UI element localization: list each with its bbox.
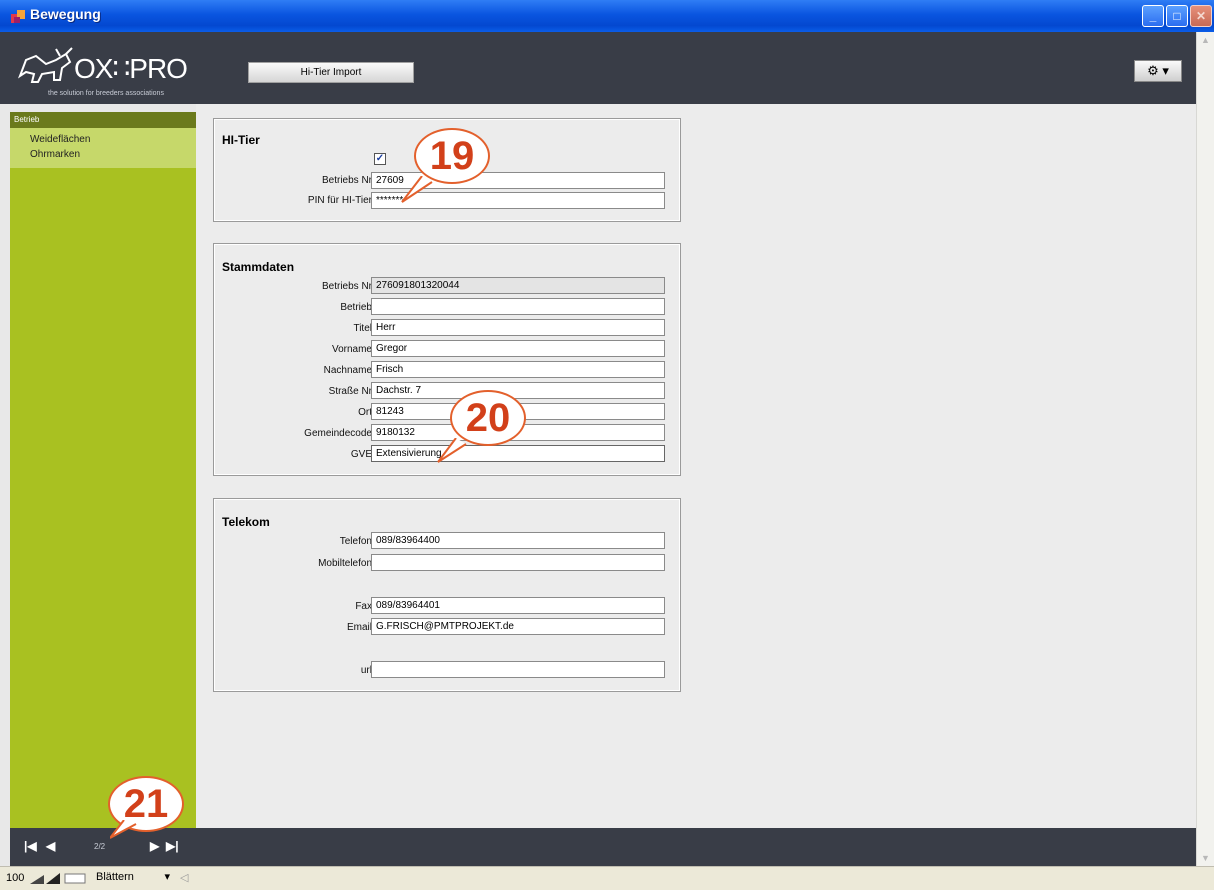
field-label: PIN für HI-Tier <box>307 195 372 206</box>
chevron-down-icon: ▾ <box>164 871 170 883</box>
app-header: OX∷PRO the solution for breeders associa… <box>0 32 1196 104</box>
betrieb-input[interactable] <box>371 298 665 315</box>
sidebar-header[interactable]: Betrieb <box>10 112 196 128</box>
callout-tail-19 <box>401 176 433 203</box>
nachname-input[interactable]: Frisch <box>371 361 665 378</box>
scroll-up-icon[interactable]: ▲ <box>1197 32 1214 48</box>
vorname-input[interactable]: Gregor <box>371 340 665 357</box>
next-record-icon[interactable]: ▶ <box>150 839 159 853</box>
field-label: Mobiltelefon <box>318 558 372 569</box>
minimize-button[interactable]: _ <box>1142 5 1164 27</box>
page-indicator: 2/2 <box>94 842 106 851</box>
field-label: Gemeindecode <box>304 428 372 439</box>
field-label: Titel <box>353 323 372 334</box>
close-button[interactable]: ✕ <box>1190 5 1212 27</box>
zoom-level[interactable]: 100 <box>6 872 24 884</box>
callout-tail-20 <box>437 438 467 463</box>
telekom-panel-title: Telekom <box>222 515 270 529</box>
window-title-bar[interactable]: Bewegung _ □ ✕ <box>0 0 1214 32</box>
sidebar-item-weideflaechen[interactable]: Weideflächen <box>30 134 90 145</box>
status-toggle-icon[interactable] <box>64 873 86 884</box>
record-navigation-bar: |◀ ◀ 2/2 ▶ ▶| <box>10 828 1196 866</box>
scroll-down-icon[interactable]: ▼ <box>1197 850 1214 866</box>
field-label: Ort <box>358 407 372 418</box>
field-label: Fax <box>355 601 372 612</box>
logo-subtitle: the solution for breeders associations <box>48 90 164 97</box>
fax-input[interactable]: 089/83964401 <box>371 597 665 614</box>
field-label: Nachname <box>323 365 372 376</box>
status-bar: 100 Blättern ▾ ◁ <box>0 866 1214 890</box>
vertical-scrollbar[interactable]: ▲ ▼ <box>1196 32 1214 866</box>
maximize-button[interactable]: □ <box>1166 5 1188 27</box>
field-label: Straße Nr <box>328 386 372 397</box>
zoom-out-icon[interactable] <box>30 873 44 884</box>
sidebar-items: Weideflächen Ohrmarken <box>10 128 196 168</box>
email-input[interactable]: G.FRISCH@PMTPROJEKT.de <box>371 618 665 635</box>
sidebar-item-ohrmarken[interactable]: Ohrmarken <box>30 149 80 160</box>
app-icon <box>10 8 26 24</box>
betriebs-nr-field: 276091801320044 <box>371 277 665 294</box>
telekom-panel: Telekom Telefon 089/83964400 Mobiltelefo… <box>213 498 681 692</box>
scroll-left-icon[interactable]: ◁ <box>180 871 188 884</box>
hitier-enabled-checkbox[interactable]: ✓ <box>374 153 386 165</box>
mode-select[interactable]: Blättern ▾ <box>92 870 174 887</box>
window-title: Bewegung <box>30 6 101 22</box>
field-label: Vorname <box>331 344 372 355</box>
mobiltelefon-input[interactable] <box>371 554 665 571</box>
settings-gear-button[interactable]: ⚙ ▾ <box>1134 60 1182 82</box>
oxpro-logo: OX∷PRO the solution for breeders associa… <box>16 46 216 102</box>
field-label: Betrieb <box>340 302 372 313</box>
sidebar: Betrieb Weideflächen Ohrmarken <box>10 112 196 828</box>
bull-logo-icon <box>17 47 73 83</box>
url-input[interactable] <box>371 661 665 678</box>
field-label: Betriebs Nr <box>321 281 372 292</box>
logo-text: OX∷PRO <box>74 53 188 84</box>
field-label: Betriebs Nr <box>321 175 372 186</box>
hitier-import-button[interactable]: Hi-Tier Import <box>248 62 414 83</box>
hitier-panel-title: HI-Tier <box>222 133 260 147</box>
callout-tail-21 <box>110 820 137 839</box>
field-label: GVE <box>350 449 372 460</box>
telefon-input[interactable]: 089/83964400 <box>371 532 665 549</box>
first-record-icon[interactable]: |◀ <box>24 839 37 853</box>
field-label: Telefon <box>339 536 372 547</box>
mode-select-value: Blättern <box>96 871 134 883</box>
previous-record-icon[interactable]: ◀ <box>46 839 55 853</box>
gve-select[interactable]: Extensivierung <box>371 445 665 462</box>
field-label: Email <box>346 622 372 633</box>
zoom-in-icon[interactable] <box>46 873 60 884</box>
last-record-icon[interactable]: ▶| <box>166 839 179 853</box>
strasse-nr-input[interactable]: Dachstr. 7 <box>371 382 665 399</box>
main-content: HI-Tier ✓ Betriebs Nr 27609 PIN für HI-T… <box>196 104 1196 828</box>
stammdaten-panel-title: Stammdaten <box>222 260 295 274</box>
titel-input[interactable]: Herr <box>371 319 665 336</box>
